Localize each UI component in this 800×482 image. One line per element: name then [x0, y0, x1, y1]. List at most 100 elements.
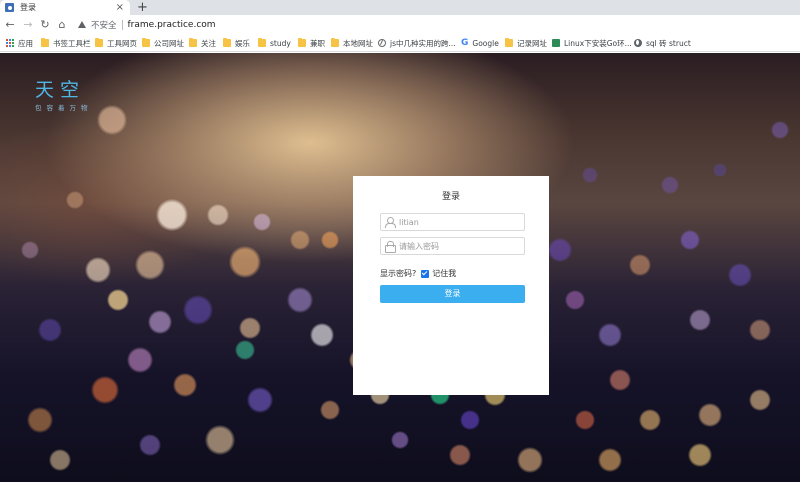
- bokeh-spot: [771, 121, 789, 139]
- bokeh-spot: [139, 434, 161, 456]
- bokeh-spot: [460, 410, 480, 430]
- login-button[interactable]: 登录: [380, 285, 525, 303]
- bokeh-spot: [320, 400, 340, 420]
- remember-me-checkbox[interactable]: [421, 269, 430, 278]
- bookmark-folder-tools[interactable]: 工具网页: [95, 34, 137, 52]
- home-icon[interactable]: ⌂: [55, 15, 69, 34]
- bookmark-folder-company[interactable]: 公司网址: [142, 34, 184, 52]
- bookmark-label: 本地网址: [343, 38, 373, 48]
- bokeh-spot: [287, 287, 313, 313]
- address-bar[interactable]: 不安全 frame.practice.com: [73, 17, 800, 32]
- bookmark-label: 工具网页: [107, 38, 137, 48]
- bookmark-folder-follow[interactable]: 关注: [189, 34, 216, 52]
- bokeh-spot: [689, 309, 711, 331]
- bokeh-spot: [253, 213, 271, 231]
- bokeh-spot: [749, 319, 771, 341]
- bokeh-spot: [290, 230, 310, 250]
- bokeh-spot: [609, 369, 631, 391]
- bokeh-spot: [639, 409, 661, 431]
- bokeh-spot: [247, 387, 273, 413]
- bokeh-spot: [49, 449, 71, 471]
- folder-icon: [298, 38, 306, 47]
- linux-site-icon: [552, 39, 560, 47]
- bookmark-label: js中几种实用的跨...: [390, 38, 456, 48]
- password-placeholder[interactable]: 请输入密码: [399, 241, 439, 252]
- page-favicon-icon: [5, 3, 14, 12]
- bookmark-folder-records[interactable]: 记录网址: [505, 34, 547, 52]
- bokeh-spot: [698, 403, 722, 427]
- bokeh-spot: [661, 176, 679, 194]
- show-password-toggle[interactable]: 显示密码?: [380, 268, 416, 279]
- username-value[interactable]: litian: [399, 218, 419, 227]
- tab-login[interactable]: 登录 ×: [0, 0, 130, 15]
- bokeh-spot: [173, 373, 197, 397]
- back-arrow-icon[interactable]: ←: [3, 15, 17, 34]
- apps-icon: [6, 39, 14, 47]
- url-separator: [121, 19, 123, 30]
- bokeh-spot: [239, 317, 261, 339]
- bokeh-spot: [391, 431, 409, 449]
- bookmark-apps[interactable]: 应用: [6, 34, 33, 52]
- bokeh-spot: [205, 425, 235, 455]
- bookmark-folder-study[interactable]: study: [258, 34, 291, 52]
- bokeh-spot: [207, 204, 229, 226]
- bokeh-spot: [148, 310, 172, 334]
- url-text[interactable]: frame.practice.com: [128, 20, 216, 30]
- bookmark-label: Google: [472, 38, 499, 48]
- bookmark-js-article[interactable]: js中几种实用的跨...: [378, 34, 456, 52]
- tab-strip: 登录 × +: [0, 0, 800, 15]
- bookmark-sql-struct[interactable]: sql 砖 struct: [634, 34, 691, 52]
- close-tab-icon[interactable]: ×: [116, 0, 124, 15]
- bokeh-spot: [66, 191, 84, 209]
- bookmark-folder-entertainment[interactable]: 娱乐: [223, 34, 250, 52]
- bokeh-spot: [91, 376, 119, 404]
- bokeh-spot: [21, 241, 39, 259]
- password-field[interactable]: 请输入密码: [380, 237, 525, 255]
- site-logo: 天空 包容着万物: [35, 79, 93, 112]
- login-options: 显示密码? 记住我: [380, 268, 456, 279]
- bokeh-spot: [156, 199, 188, 231]
- bokeh-spot: [229, 246, 261, 278]
- folder-icon: [189, 38, 197, 47]
- bookmark-linux-go[interactable]: Linux下安装Go环...: [552, 34, 632, 52]
- bokeh-spot: [85, 257, 111, 283]
- bookmark-label: 关注: [201, 38, 216, 48]
- bokeh-spot: [629, 254, 651, 276]
- bokeh-spot: [321, 231, 339, 249]
- bokeh-spot: [548, 238, 572, 262]
- bokeh-spot: [582, 167, 598, 183]
- bookmark-google[interactable]: G Google: [461, 34, 499, 52]
- bokeh-spot: [749, 389, 771, 411]
- username-field[interactable]: litian: [380, 213, 525, 231]
- new-tab-button[interactable]: +: [137, 0, 148, 15]
- user-icon: [385, 217, 396, 228]
- page-viewport: 天空 包容着万物 登录 litian 请输入密码 显示密码? 记住我 登录: [0, 53, 800, 482]
- bookmark-label: Linux下安装Go环...: [564, 38, 632, 48]
- bookmark-folder-parttime[interactable]: 兼职: [298, 34, 325, 52]
- browser-toolbar: ← → ↻ ⌂ 不安全 frame.practice.com: [0, 15, 800, 34]
- bookmark-label: 公司网址: [154, 38, 184, 48]
- folder-icon: [505, 38, 513, 47]
- bokeh-spot: [688, 443, 712, 467]
- bokeh-spot: [135, 250, 165, 280]
- bokeh-spot: [728, 263, 752, 287]
- bokeh-spot: [235, 340, 255, 360]
- bookmark-label: 书签工具栏: [53, 38, 91, 48]
- bokeh-spot: [183, 295, 213, 325]
- google-icon: G: [461, 37, 469, 48]
- bokeh-spot: [127, 347, 153, 373]
- folder-icon: [95, 38, 103, 47]
- logo-title: 天空: [35, 79, 86, 101]
- bookmark-folder-local[interactable]: 本地网址: [331, 34, 373, 52]
- bookmark-folder-bookmarks-toolbar[interactable]: 书签工具栏: [41, 34, 91, 52]
- folder-icon: [142, 38, 150, 47]
- reload-icon[interactable]: ↻: [38, 15, 52, 34]
- warning-icon[interactable]: [78, 21, 86, 28]
- remember-me-label[interactable]: 记住我: [432, 268, 456, 279]
- forward-arrow-icon[interactable]: →: [21, 15, 35, 34]
- logo-subtitle: 包容着万物: [35, 104, 93, 112]
- bokeh-spot: [107, 289, 129, 311]
- bokeh-spot: [598, 323, 622, 347]
- bookmark-label: 娱乐: [235, 38, 250, 48]
- insecure-label[interactable]: 不安全: [91, 19, 117, 31]
